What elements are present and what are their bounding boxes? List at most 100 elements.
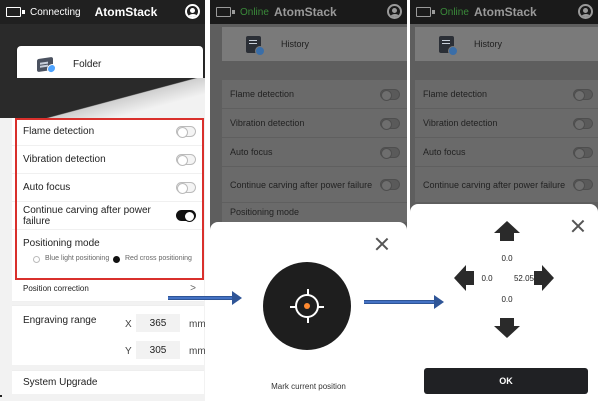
menu-item-label: Folder — [73, 59, 102, 70]
setting-label: Positioning mode — [230, 207, 300, 217]
setting-label: Continue carving after power failure — [423, 179, 566, 190]
system-upgrade-row[interactable]: System Upgrade — [12, 370, 204, 394]
menu-item-label: History — [73, 96, 105, 108]
menu-backdrop: Folder History — [0, 24, 205, 120]
arrow-left-icon[interactable] — [454, 265, 474, 291]
toggle — [573, 146, 593, 159]
setting-row: Auto focus — [415, 138, 598, 167]
setting-row: Continue carving after power failure — [222, 167, 407, 203]
user-icon — [387, 4, 402, 19]
setting-label: Flame detection — [423, 89, 488, 99]
history-icon — [38, 93, 57, 114]
flame-detection-toggle[interactable] — [176, 126, 196, 138]
setting-label: Positioning mode — [23, 238, 100, 249]
mark-position-label: Mark current position — [271, 382, 346, 391]
setting-row: Auto focus — [222, 138, 407, 167]
user-icon — [578, 4, 593, 19]
arrow-right-icon[interactable] — [534, 265, 554, 291]
menu-item-label: History — [281, 39, 310, 49]
setting-label: Auto focus — [230, 147, 273, 157]
target-dot — [304, 303, 310, 309]
setting-continue-carving: Continue carving after power failure — [12, 202, 204, 230]
toggle — [380, 117, 400, 130]
menu-item-folder[interactable]: Folder — [17, 46, 203, 83]
x-unit: mm — [189, 319, 205, 330]
engraving-range-label: Engraving range — [23, 315, 97, 326]
left-offset-value: 0.0 — [481, 274, 493, 283]
setting-auto-focus: Auto focus — [12, 174, 204, 202]
setting-label: Flame detection — [230, 89, 295, 99]
setting-label: Vibration detection — [23, 154, 106, 165]
toggle — [573, 179, 593, 191]
continue-carving-toggle[interactable] — [176, 210, 196, 222]
x-label: X — [125, 319, 132, 330]
mark-position-sheet: Mark current position — [210, 222, 407, 401]
folder-icon — [37, 56, 53, 73]
y-unit: mm — [189, 346, 205, 357]
brand-name: AtomStack — [474, 5, 537, 19]
setting-row: Flame detection — [415, 80, 598, 109]
option-blue-light[interactable]: Blue light positioning — [33, 254, 113, 263]
radio-icon — [33, 256, 40, 263]
flow-arrow-2 — [364, 295, 444, 309]
connection-icon — [416, 7, 435, 17]
setting-label: Continue carving after power failure — [23, 204, 151, 227]
positioning-options: Blue light positioning Red cross positio… — [23, 254, 193, 263]
setting-label: Continue carving after power failure — [230, 179, 373, 190]
status-bar: Online AtomStack — [410, 0, 598, 24]
setting-label: Vibration detection — [423, 118, 498, 128]
flow-arrow-1 — [168, 291, 242, 305]
toggle — [573, 88, 593, 101]
brand-name: AtomStack — [274, 5, 337, 19]
down-offset-value: 0.0 — [501, 295, 513, 304]
setting-label: Vibration detection — [230, 118, 305, 128]
option-label: Blue light positioning — [45, 255, 110, 262]
setting-row: Continue carving after power failure — [415, 167, 598, 203]
toggle — [380, 88, 400, 101]
position-correction-label: Position correction — [23, 284, 89, 293]
position-correction-screen: Online AtomStack History Flame detection… — [410, 0, 598, 401]
arrow-down-icon[interactable] — [494, 318, 520, 338]
vibration-detection-toggle[interactable] — [176, 154, 196, 166]
option-red-cross[interactable]: Red cross positioning — [113, 254, 193, 263]
y-input[interactable]: 305 — [136, 341, 180, 359]
radio-checked-icon — [113, 256, 120, 263]
arrow-up-icon[interactable] — [494, 221, 520, 241]
connection-status: Connecting — [30, 6, 81, 18]
menu-item-history: History — [222, 27, 407, 61]
menu-item-label: History — [474, 39, 503, 49]
toggle — [380, 146, 400, 159]
history-icon — [439, 35, 458, 56]
close-icon[interactable] — [571, 219, 585, 233]
setting-row: Flame detection — [222, 80, 407, 109]
menu-item-history[interactable]: History — [17, 83, 203, 120]
close-icon[interactable] — [375, 237, 389, 251]
toggle — [573, 117, 593, 130]
ok-button[interactable]: OK — [424, 368, 588, 394]
up-offset-value: 0.0 — [501, 254, 513, 263]
toggle — [380, 179, 400, 191]
chevron-right-icon: > — [190, 283, 196, 294]
setting-label: Auto focus — [423, 147, 466, 157]
connection-status: Online — [240, 6, 269, 18]
auto-focus-toggle[interactable] — [176, 182, 196, 194]
y-label: Y — [125, 346, 132, 357]
settings-list-dimmed: Flame detection Vibration detection Auto… — [222, 80, 407, 223]
connection-icon — [216, 7, 235, 17]
user-icon[interactable] — [185, 4, 200, 19]
corner-mark — [0, 395, 2, 397]
mark-position-button[interactable] — [263, 262, 351, 350]
connection-icon — [6, 7, 25, 17]
setting-positioning-mode: Positioning mode Blue light positioning … — [12, 230, 204, 276]
history-icon — [246, 35, 265, 56]
setting-row: Vibration detection — [222, 109, 407, 138]
crosshair-icon — [290, 289, 324, 323]
x-input[interactable]: 365 — [136, 314, 180, 332]
setting-vibration-detection: Vibration detection — [12, 146, 204, 174]
setting-row: Positioning mode — [222, 203, 407, 223]
connection-status: Online — [440, 6, 469, 18]
settings-list-dimmed: Flame detection Vibration detection Auto… — [415, 80, 598, 203]
setting-label: Flame detection — [23, 126, 95, 137]
mark-position-screen: Online AtomStack History Flame detection… — [210, 0, 407, 401]
option-label: Red cross positioning — [125, 255, 192, 262]
